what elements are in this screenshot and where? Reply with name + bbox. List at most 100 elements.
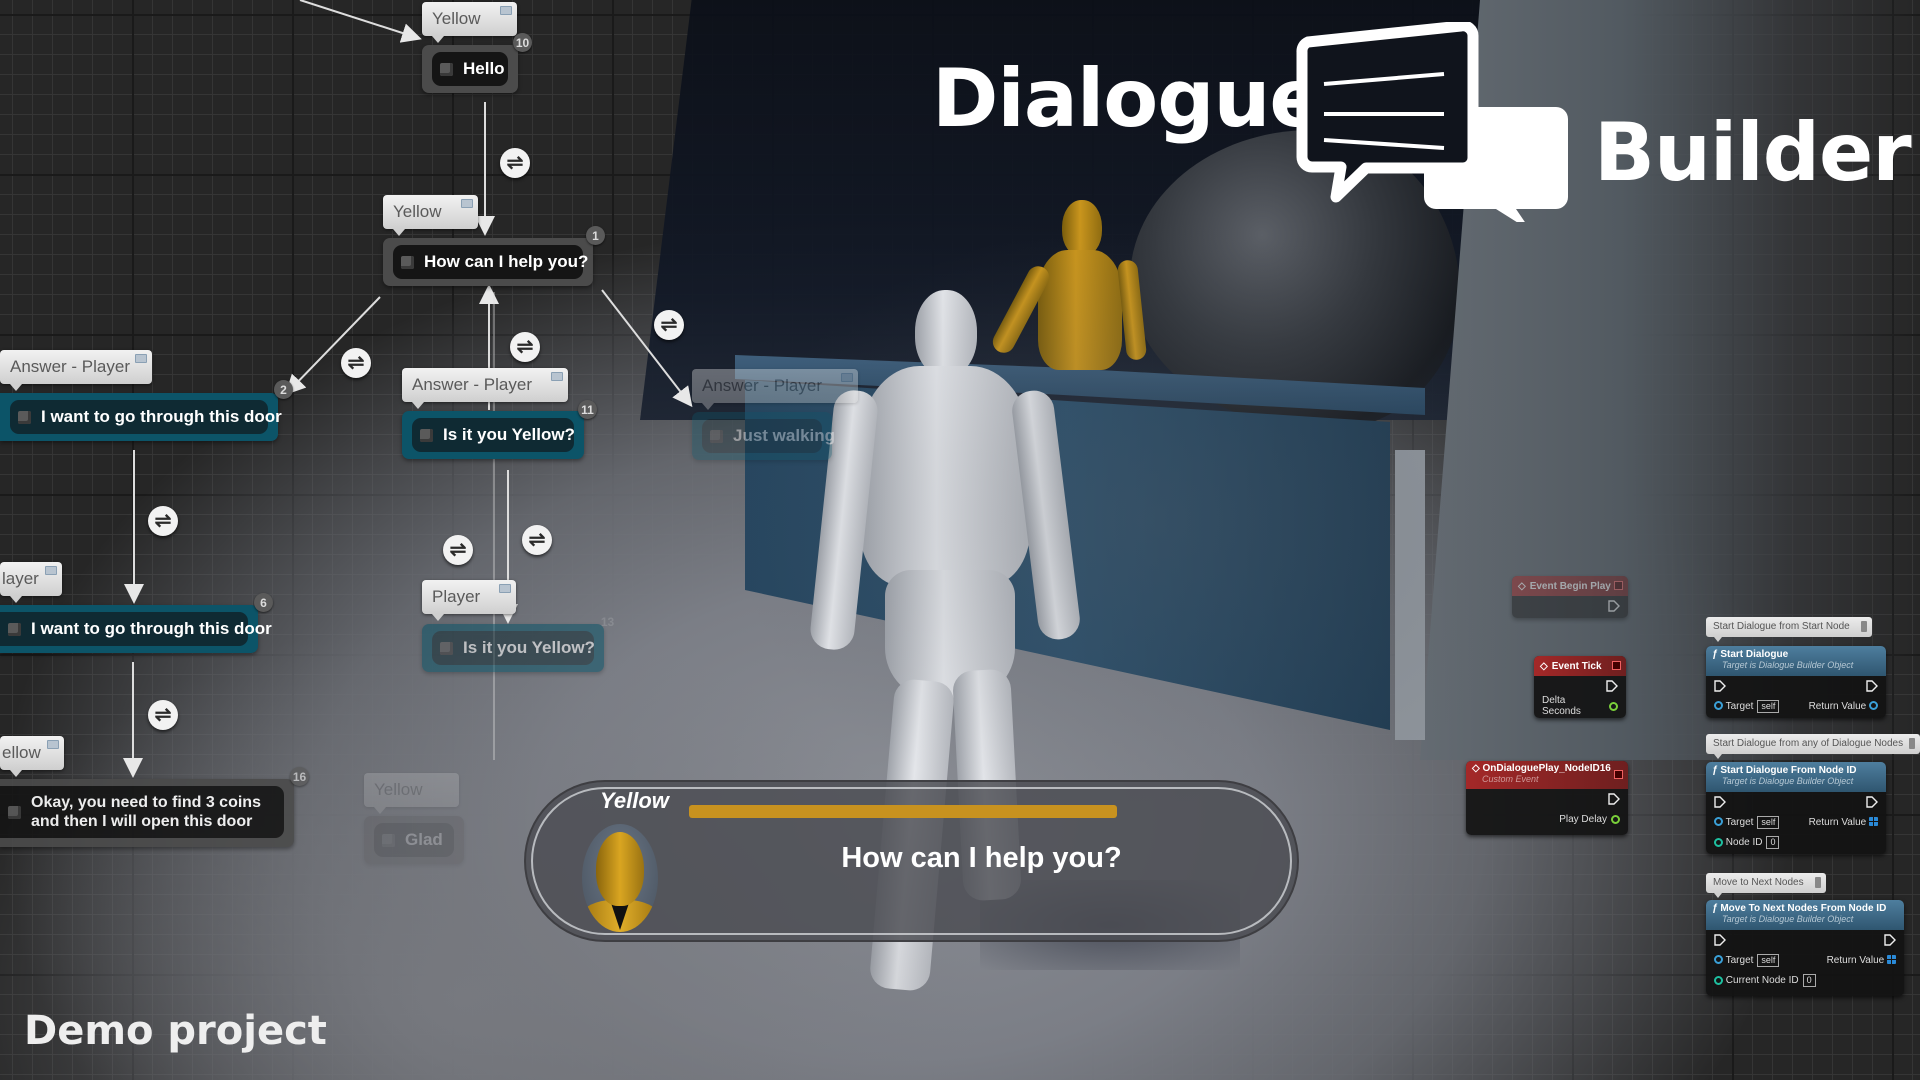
speaker-label[interactable]: ellow <box>0 736 64 777</box>
transition-arrows-icon[interactable]: ⇌ <box>654 310 684 340</box>
comment-icon <box>135 354 147 363</box>
start-dialogue-from-node-id-node[interactable]: ƒ Start Dialogue From Node ID Target is D… <box>1706 762 1886 854</box>
exec-out-pin-icon[interactable] <box>1866 796 1878 808</box>
transition-arrows-icon[interactable]: ⇌ <box>443 535 473 565</box>
exec-out-pin-icon[interactable] <box>1866 680 1878 692</box>
comment-bubble[interactable]: Start Dialogue from any of Dialogue Node… <box>1706 734 1920 759</box>
pin-icon[interactable] <box>1860 621 1867 632</box>
object-pin[interactable] <box>1714 701 1723 711</box>
speaker-label[interactable]: Player <box>422 580 517 621</box>
transition-arrows-icon[interactable]: ⇌ <box>522 525 552 555</box>
array-return-pin[interactable] <box>1869 817 1878 827</box>
checkbox-icon <box>440 641 453 655</box>
move-to-next-nodes-node[interactable]: ƒ Move To Next Nodes From Node ID Target … <box>1706 900 1904 996</box>
node-id-badge: 6 <box>254 593 273 612</box>
speaker-label[interactable]: Answer - Player <box>402 368 568 409</box>
custom-event-node[interactable]: ◇ OnDialoguePlay_NodeID16 Custom Event P… <box>1466 761 1628 835</box>
dialogue-node[interactable]: I want to go through this door <box>0 605 272 653</box>
dialogue-node[interactable]: I want to go through this door <box>0 393 282 441</box>
pin-label: Target <box>1725 700 1754 712</box>
pin-icon[interactable] <box>1814 877 1821 888</box>
comment-bubble[interactable]: Start Dialogue from Start Node <box>1706 617 1872 642</box>
float-pin[interactable] <box>1609 701 1618 711</box>
node-id-badge: 1 <box>586 226 605 245</box>
pin-label: Play Delay <box>1559 813 1607 825</box>
dialogue-node[interactable]: Hello <box>422 45 518 93</box>
transition-arrows-icon[interactable]: ⇌ <box>341 348 371 378</box>
comment-icon <box>840 373 853 382</box>
node-text: Okay, you need to find 3 coins and then … <box>31 794 261 830</box>
target-value-field[interactable]: self <box>1757 953 1780 967</box>
node-id-badge: 16 <box>290 767 309 786</box>
comment-icon <box>460 199 473 208</box>
int-pin[interactable] <box>1714 837 1723 847</box>
node-text: I want to go through this door <box>31 619 272 638</box>
speech-bubbles-icon <box>1296 22 1568 222</box>
checkbox-icon <box>440 62 453 76</box>
array-return-pin[interactable] <box>1887 955 1896 965</box>
demo-project-label: Demo project <box>24 1008 327 1054</box>
float-pin[interactable] <box>1611 814 1620 824</box>
exec-in-pin-icon[interactable] <box>1714 796 1726 808</box>
speaker-label[interactable]: Answer - Player <box>0 350 152 391</box>
object-pin[interactable] <box>1714 955 1723 965</box>
start-dialogue-node[interactable]: ƒ Start Dialogue Target is Dialogue Build… <box>1706 646 1886 718</box>
delegate-pin[interactable] <box>1614 581 1623 590</box>
exec-pin-icon[interactable] <box>1606 680 1618 692</box>
comment-bubble[interactable]: Move to Next Nodes <box>1706 873 1826 898</box>
speaker-label[interactable]: Answer - Player <box>692 369 858 410</box>
wire <box>601 289 693 408</box>
node-id-field[interactable]: 0 <box>1766 835 1780 849</box>
pin-label: Return Value <box>1826 954 1885 966</box>
speaker-label[interactable]: Yellow <box>364 773 459 814</box>
timer-fill <box>689 805 1117 818</box>
event-diamond-icon: ◇ <box>1540 660 1548 672</box>
dialogue-node[interactable]: Glad <box>364 816 464 864</box>
dialogue-node[interactable]: Is it you Yellow? <box>422 624 604 672</box>
title-builder: Builder <box>1594 106 1912 199</box>
int-pin[interactable] <box>1714 975 1723 985</box>
node-text: How can I help you? <box>424 252 589 271</box>
pin-label: Node ID <box>1725 836 1763 848</box>
delegate-pin[interactable] <box>1614 770 1623 779</box>
node-text: Just walking <box>733 426 836 445</box>
comment-icon <box>550 372 563 381</box>
checkbox-icon <box>401 255 414 269</box>
exec-out-pin-icon[interactable] <box>1884 934 1896 946</box>
transition-arrows-icon[interactable]: ⇌ <box>510 332 540 362</box>
exec-pin-icon[interactable] <box>1608 793 1620 805</box>
checkbox-icon <box>710 429 723 443</box>
dialogue-node[interactable]: Okay, you need to find 3 coins and then … <box>0 779 294 847</box>
speaker-label[interactable]: Yellow <box>422 2 517 43</box>
exec-in-pin-icon[interactable] <box>1714 680 1726 692</box>
delegate-pin[interactable] <box>1612 661 1621 670</box>
event-diamond-icon: ◇ <box>1472 763 1483 774</box>
exec-in-pin-icon[interactable] <box>1714 934 1726 946</box>
target-value-field[interactable]: self <box>1757 699 1780 713</box>
comment-icon <box>499 6 512 15</box>
wire <box>299 0 422 43</box>
speaker-label[interactable]: Yellow <box>383 195 478 236</box>
title-dialogue: Dialogue <box>932 52 1324 145</box>
exec-pin-icon[interactable] <box>1608 600 1620 612</box>
speaker-portrait <box>582 824 658 932</box>
return-pin[interactable] <box>1869 701 1878 711</box>
node-text: Glad <box>405 830 443 849</box>
pin-label: Current Node ID <box>1725 974 1799 986</box>
target-value-field[interactable]: self <box>1757 815 1780 829</box>
transition-arrows-icon[interactable]: ⇌ <box>148 506 178 536</box>
pin-icon[interactable] <box>1909 738 1915 749</box>
dialogue-node[interactable]: Is it you Yellow? <box>402 411 584 459</box>
object-pin[interactable] <box>1714 817 1723 827</box>
checkbox-icon <box>420 428 433 442</box>
dialogue-node[interactable]: Just walking <box>692 412 836 460</box>
node-text: Is it you Yellow? <box>443 425 575 444</box>
event-tick-node[interactable]: ◇ Event Tick Delta Seconds <box>1534 656 1626 718</box>
dialogue-node[interactable]: How can I help you? <box>383 238 593 286</box>
current-node-id-field[interactable]: 0 <box>1802 973 1816 987</box>
wire <box>285 296 381 395</box>
transition-arrows-icon[interactable]: ⇌ <box>148 700 178 730</box>
event-begin-play-node[interactable]: ◇ Event Begin Play <box>1512 576 1628 618</box>
speaker-label[interactable]: layer <box>0 562 62 603</box>
transition-arrows-icon[interactable]: ⇌ <box>500 148 530 178</box>
